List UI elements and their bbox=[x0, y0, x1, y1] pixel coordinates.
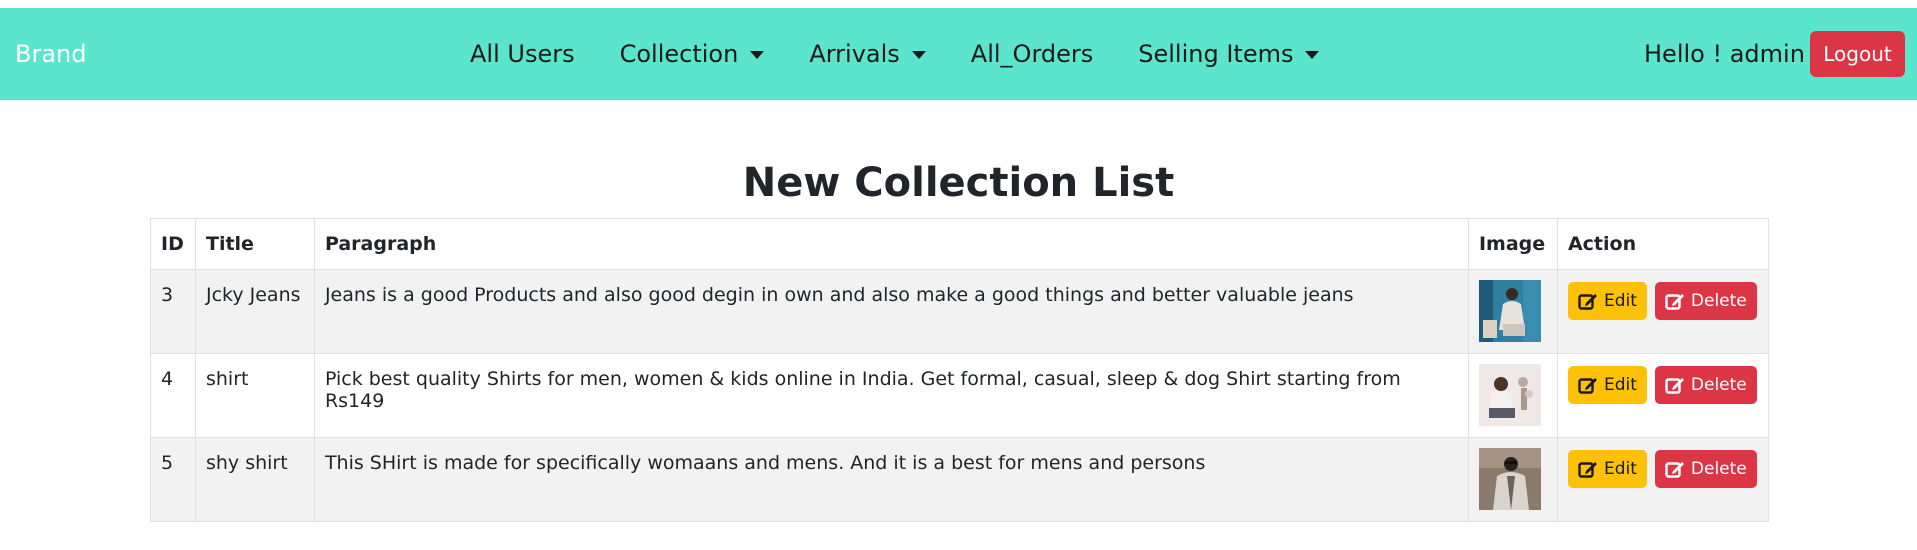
delete-button[interactable]: Delete bbox=[1654, 366, 1757, 404]
nav-link-collection[interactable]: Collection bbox=[620, 40, 765, 68]
product-thumbnail bbox=[1478, 448, 1541, 510]
row-actions: Edit Delete bbox=[1567, 450, 1758, 488]
nav-link-label: All_Orders bbox=[970, 40, 1094, 68]
column-header-action: Action bbox=[1556, 218, 1770, 270]
caret-down-icon bbox=[750, 51, 765, 59]
nav-link-arrivals[interactable]: Arrivals bbox=[809, 40, 926, 68]
pencil-square-icon bbox=[1665, 292, 1685, 310]
edit-button[interactable]: Edit bbox=[1567, 450, 1647, 488]
cell-title: shirt bbox=[194, 353, 315, 438]
delete-button-label: Delete bbox=[1690, 291, 1747, 311]
nav-link-selling-items[interactable]: Selling Items bbox=[1138, 40, 1320, 68]
navbar: Brand All Users Collection Arrivals All_… bbox=[0, 8, 1917, 100]
pencil-square-icon bbox=[1578, 376, 1598, 394]
table-header-row: ID Title Paragraph Image Action bbox=[150, 218, 1770, 270]
column-header-image: Image bbox=[1467, 218, 1558, 270]
edit-button-label: Edit bbox=[1603, 291, 1637, 311]
cell-title: shy shirt bbox=[194, 437, 315, 522]
pencil-square-icon bbox=[1665, 376, 1685, 394]
cell-action: Edit Delete bbox=[1556, 437, 1770, 522]
nav-link-label: All Users bbox=[470, 40, 575, 68]
nav-link-label: Collection bbox=[619, 40, 739, 68]
cell-id: 4 bbox=[150, 353, 196, 438]
logout-button[interactable]: Logout bbox=[1810, 31, 1905, 77]
cell-image bbox=[1467, 353, 1558, 438]
product-thumbnail bbox=[1478, 280, 1541, 342]
pencil-square-icon bbox=[1578, 292, 1598, 310]
cell-action: Edit Delete bbox=[1556, 269, 1770, 354]
column-header-paragraph: Paragraph bbox=[313, 218, 1469, 270]
product-thumbnail-image bbox=[1478, 448, 1541, 510]
cell-id: 5 bbox=[150, 437, 196, 522]
row-actions: Edit Delete bbox=[1567, 282, 1758, 320]
product-thumbnail-image bbox=[1478, 280, 1541, 342]
product-thumbnail-image bbox=[1478, 364, 1541, 426]
cell-title: Jcky Jeans bbox=[194, 269, 315, 354]
nav-link-all-users[interactable]: All Users bbox=[470, 40, 575, 68]
row-actions: Edit Delete bbox=[1567, 366, 1758, 404]
delete-button[interactable]: Delete bbox=[1654, 282, 1757, 320]
edit-button-label: Edit bbox=[1603, 459, 1637, 479]
delete-button-label: Delete bbox=[1690, 459, 1747, 479]
nav-link-all-orders[interactable]: All_Orders bbox=[971, 40, 1093, 68]
cell-image bbox=[1467, 269, 1558, 354]
nav-link-label: Arrivals bbox=[809, 40, 900, 68]
cell-paragraph: This SHirt is made for specifically woma… bbox=[313, 437, 1469, 522]
table-row: 4 shirt Pick best quality Shirts for men… bbox=[150, 353, 1770, 438]
edit-button[interactable]: Edit bbox=[1567, 282, 1647, 320]
table-row: 3 Jcky Jeans Jeans is a good Products an… bbox=[150, 269, 1770, 354]
edit-button[interactable]: Edit bbox=[1567, 366, 1647, 404]
edit-button-label: Edit bbox=[1603, 375, 1637, 395]
delete-button-label: Delete bbox=[1690, 375, 1747, 395]
caret-down-icon bbox=[911, 51, 926, 59]
nav-links: All Users Collection Arrivals All_Orders… bbox=[470, 8, 1320, 100]
user-greeting: Hello ! admin bbox=[1644, 40, 1805, 68]
cell-image bbox=[1467, 437, 1558, 522]
pencil-square-icon bbox=[1578, 460, 1598, 478]
column-header-id: ID bbox=[150, 218, 196, 270]
cell-paragraph: Jeans is a good Products and also good d… bbox=[313, 269, 1469, 354]
product-thumbnail bbox=[1478, 364, 1541, 426]
cell-id: 3 bbox=[150, 269, 196, 354]
cell-action: Edit Delete bbox=[1556, 353, 1770, 438]
delete-button[interactable]: Delete bbox=[1654, 450, 1757, 488]
pencil-square-icon bbox=[1665, 460, 1685, 478]
column-header-title: Title bbox=[194, 218, 315, 270]
collection-table: ID Title Paragraph Image Action 3 Jcky J… bbox=[150, 218, 1770, 522]
table-row: 5 shy shirt This SHirt is made for speci… bbox=[150, 437, 1770, 522]
page-title: New Collection List bbox=[742, 160, 1175, 206]
caret-down-icon bbox=[1305, 51, 1320, 59]
brand-link[interactable]: Brand bbox=[15, 8, 86, 100]
nav-link-label: Selling Items bbox=[1138, 40, 1294, 68]
cell-paragraph: Pick best quality Shirts for men, women … bbox=[313, 353, 1469, 438]
